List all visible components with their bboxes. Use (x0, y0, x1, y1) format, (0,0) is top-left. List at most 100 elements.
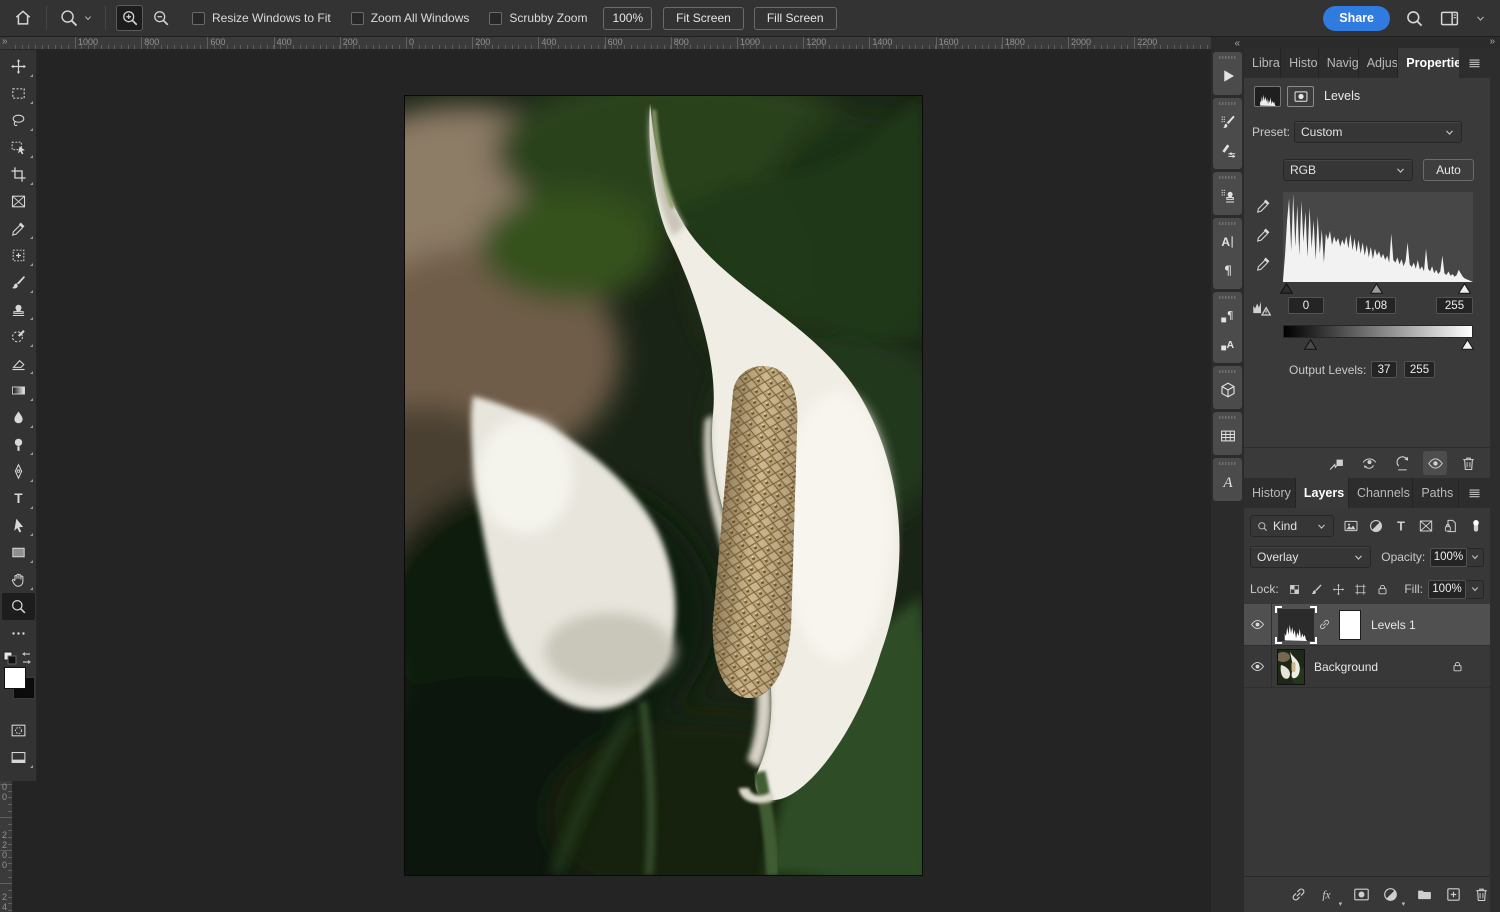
clone-source-panel-button[interactable] (1213, 182, 1242, 210)
tab-histogram[interactable]: Histo (1281, 48, 1319, 78)
zoom-level-field[interactable]: 100% (603, 7, 652, 30)
actions-panel-button[interactable] (1213, 62, 1242, 90)
lock-all-button[interactable] (1376, 583, 1389, 596)
vertical-ruler[interactable]: 0 02 2 0 02 4 (0, 780, 13, 912)
dodge-tool[interactable] (2, 431, 35, 458)
lock-transparency-button[interactable] (1288, 583, 1301, 596)
fill-field[interactable]: 100% (1428, 580, 1466, 599)
dock-expand-button[interactable]: » (1489, 36, 1494, 47)
input-midtone-slider[interactable] (1370, 283, 1383, 294)
dock-collapse-button[interactable]: « (1211, 37, 1244, 49)
swap-colors-icon[interactable] (3, 651, 33, 665)
view-previous-state-button[interactable] (1357, 451, 1381, 475)
output-shadow-field[interactable]: 37 (1371, 361, 1397, 378)
filter-smart-objects-button[interactable] (1443, 518, 1459, 534)
white-point-eyedropper[interactable] (1255, 255, 1272, 272)
layer-mask-icon[interactable] (1287, 86, 1314, 107)
home-button[interactable] (8, 4, 38, 32)
new-adjustment-layer-button[interactable] (1381, 883, 1398, 907)
layer-visibility-toggle[interactable] (1244, 604, 1272, 646)
zoom-tool[interactable] (2, 593, 35, 620)
reset-adjustment-button[interactable] (1390, 451, 1414, 475)
output-shadow-slider[interactable] (1304, 339, 1317, 350)
link-layers-button[interactable] (1290, 883, 1307, 907)
adjustment-layer-thumbnail[interactable] (1278, 609, 1314, 641)
layer-name[interactable]: Background (1314, 660, 1378, 674)
filter-kind-dropdown[interactable]: Kind (1250, 515, 1334, 537)
input-midtone-field[interactable]: 1,08 (1356, 297, 1396, 314)
filter-shape-layers-button[interactable] (1418, 518, 1434, 534)
tab-libraries[interactable]: Libra (1244, 48, 1281, 78)
input-shadow-field[interactable]: 0 (1288, 297, 1324, 314)
output-highlight-field[interactable]: 255 (1404, 361, 1435, 378)
fill-dropdown-button[interactable] (1466, 580, 1484, 599)
mask-link-icon[interactable] (1318, 618, 1331, 631)
tab-properties[interactable]: Properties (1398, 48, 1459, 78)
tab-channels[interactable]: Channels (1348, 478, 1413, 508)
ruler-corner-expand[interactable]: » (2, 36, 7, 47)
eraser-tool[interactable] (2, 350, 35, 377)
layer-row-levels-1[interactable]: Levels 1 (1244, 604, 1490, 646)
clone-stamp-tool[interactable] (2, 296, 35, 323)
history-brush-tool[interactable] (2, 323, 35, 350)
delete-layer-button[interactable] (1473, 883, 1490, 907)
input-highlight-slider[interactable] (1458, 283, 1471, 294)
gray-point-eyedropper[interactable] (1255, 226, 1272, 243)
more-tools-button[interactable] (2, 620, 35, 647)
eyedropper-tool[interactable] (2, 215, 35, 242)
chevron-down-icon[interactable] (1475, 13, 1486, 24)
fit-screen-button[interactable]: Fit Screen (663, 7, 744, 30)
fill-screen-button[interactable]: Fill Screen (754, 7, 837, 30)
quick-mask-button[interactable] (2, 717, 35, 744)
panel-menu-button[interactable] (1459, 48, 1490, 78)
histogram-refresh-icon[interactable] (1251, 298, 1273, 320)
foreground-color-swatch[interactable] (4, 667, 26, 689)
black-point-eyedropper[interactable] (1255, 197, 1272, 214)
preset-dropdown[interactable]: Custom (1294, 121, 1462, 143)
filter-adjustment-layers-button[interactable] (1368, 518, 1384, 534)
input-highlight-field[interactable]: 255 (1436, 297, 1473, 314)
path-selection-tool[interactable] (2, 512, 35, 539)
filter-toggle-switch[interactable] (1468, 518, 1484, 534)
current-tool[interactable] (55, 8, 97, 28)
character-styles-panel-button[interactable] (1213, 330, 1242, 358)
pen-tool[interactable] (2, 458, 35, 485)
hand-tool[interactable] (2, 566, 35, 593)
brushes-panel-button[interactable] (1213, 108, 1242, 136)
layer-visibility-toggle[interactable] (1244, 646, 1272, 688)
opacity-dropdown-button[interactable] (1467, 548, 1484, 567)
add-layer-mask-button[interactable] (1353, 883, 1370, 907)
paragraph-panel-button[interactable] (1213, 256, 1242, 284)
character-panel-button[interactable] (1213, 228, 1242, 256)
brush-tool[interactable] (2, 269, 35, 296)
tab-paths[interactable]: Paths (1413, 478, 1459, 508)
3d-panel-button[interactable] (1213, 376, 1242, 404)
screen-mode-button[interactable] (2, 744, 35, 771)
share-button[interactable]: Share (1323, 6, 1390, 31)
zoom-in-button[interactable] (116, 5, 143, 31)
brush-settings-panel-button[interactable] (1213, 136, 1242, 164)
tab-history[interactable]: History (1244, 478, 1296, 508)
move-tool[interactable] (2, 53, 35, 80)
lock-position-button[interactable] (1332, 583, 1345, 596)
channel-dropdown[interactable]: RGB (1283, 159, 1413, 181)
filter-type-layers-button[interactable] (1393, 518, 1409, 534)
toggle-visibility-button[interactable] (1423, 451, 1447, 475)
clip-to-layer-button[interactable] (1324, 451, 1348, 475)
opacity-field[interactable]: 100% (1430, 548, 1466, 567)
type-tool[interactable] (2, 485, 35, 512)
new-group-button[interactable] (1416, 883, 1433, 907)
frame-tool[interactable] (2, 188, 35, 215)
output-highlight-slider[interactable] (1461, 339, 1474, 350)
filter-pixel-layers-button[interactable] (1343, 518, 1359, 534)
scrubby-zoom-checkbox[interactable]: Scrubby Zoom (489, 11, 587, 25)
auto-button[interactable]: Auto (1423, 159, 1474, 181)
input-shadow-slider[interactable] (1280, 283, 1293, 294)
rectangle-tool[interactable] (2, 539, 35, 566)
paragraph-styles-panel-button[interactable] (1213, 302, 1242, 330)
resize-windows-checkbox[interactable]: Resize Windows to Fit (192, 11, 331, 25)
layer-name[interactable]: Levels 1 (1371, 618, 1416, 632)
background-layer-thumbnail[interactable] (1278, 650, 1304, 684)
lasso-tool[interactable] (2, 107, 35, 134)
zoom-out-button[interactable] (147, 5, 174, 31)
